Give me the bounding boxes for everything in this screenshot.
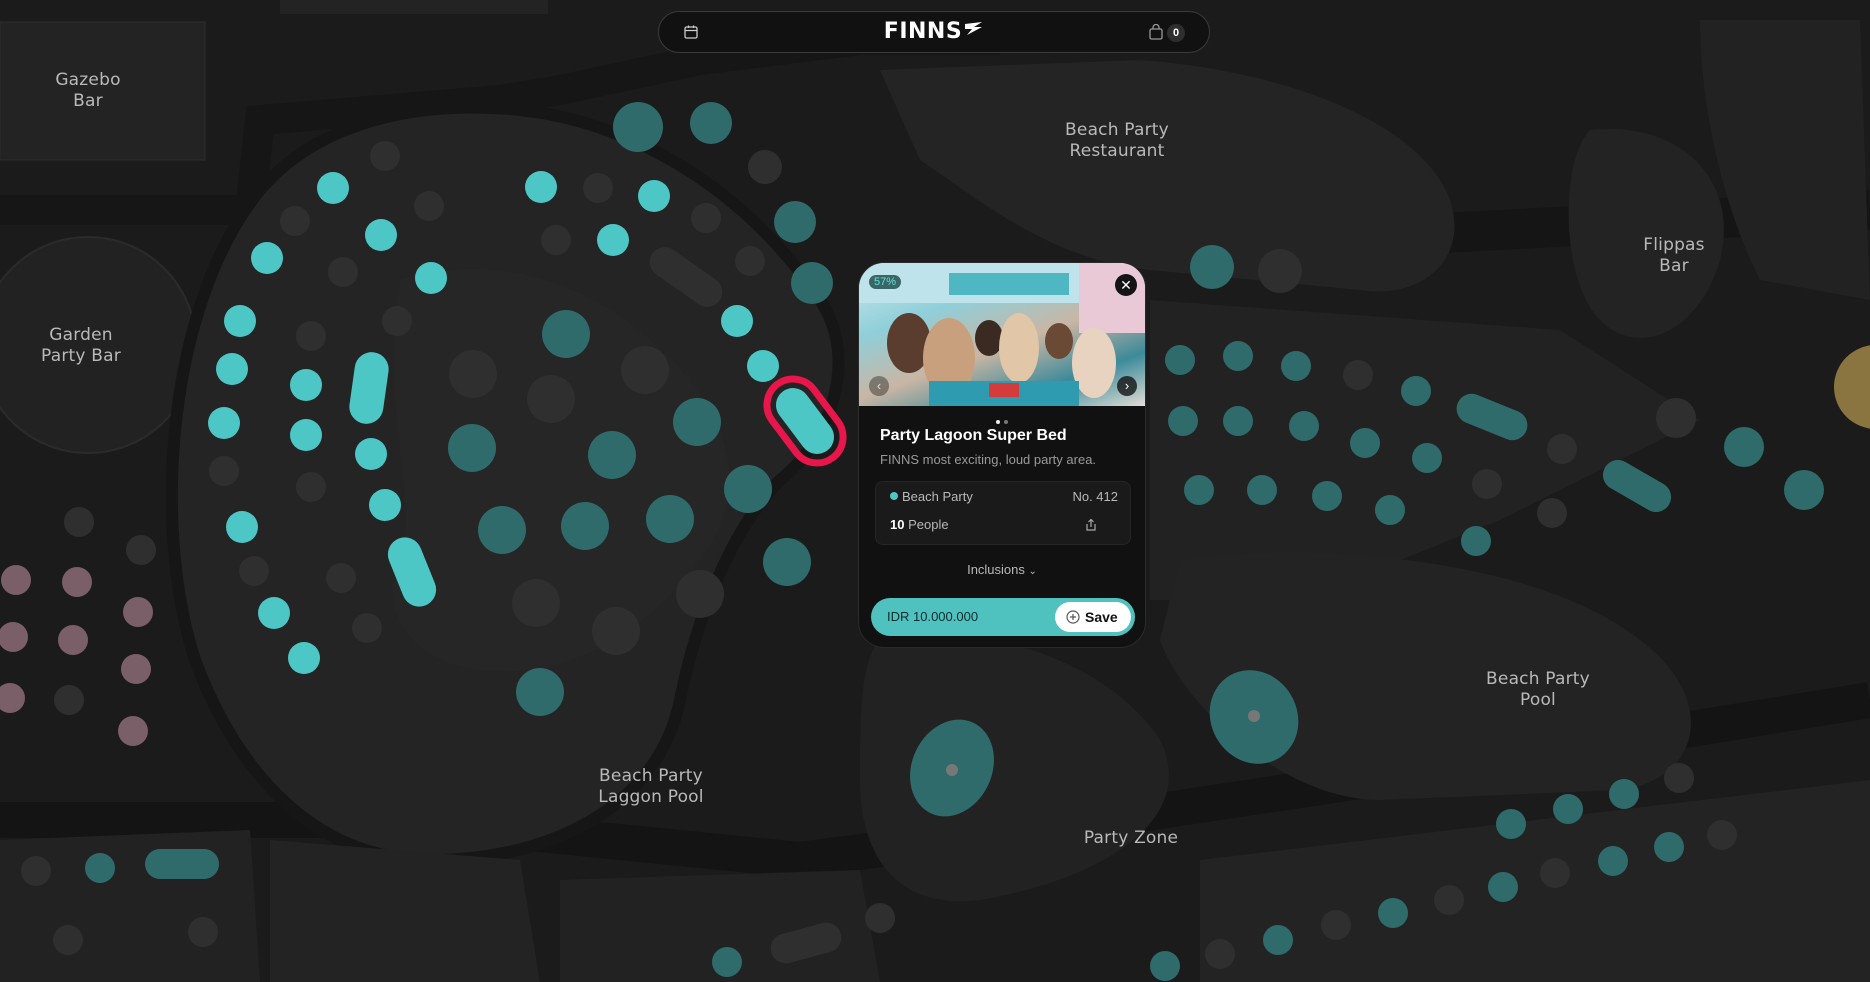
- logo-text: FINNS: [883, 19, 963, 44]
- area-label-line: Pool: [1520, 690, 1556, 710]
- chevron-left-icon: ‹: [876, 378, 882, 393]
- logo-mark-icon: [965, 22, 983, 35]
- discount-badge: 57%: [869, 275, 902, 289]
- bed-photo: 57% ✕ ‹ ›: [859, 263, 1145, 406]
- area-label-flippas-bar: Flippas Bar: [1624, 235, 1724, 277]
- bed-detail-popup: 57% ✕ ‹ › Party Lagoon Super Bed FINNS m…: [858, 262, 1146, 648]
- next-image-button[interactable]: ›: [1117, 376, 1137, 396]
- bed-title: Party Lagoon Super Bed: [880, 427, 1067, 444]
- area-label-beach-party-laggon-pool: Beach Party Laggon Pool: [581, 766, 721, 808]
- top-bar: FINNS 0: [658, 11, 1210, 53]
- capacity-count: 10: [890, 517, 905, 532]
- area-label-line: Gazebo: [55, 70, 121, 90]
- area-label-line: Bar: [73, 91, 103, 111]
- inclusions-label: Inclusions: [967, 562, 1025, 577]
- prev-image-button[interactable]: ‹: [869, 376, 889, 396]
- capacity-label: 10 People: [890, 517, 949, 532]
- bed-number: No. 412: [1072, 489, 1118, 504]
- area-label-line: Bar: [1659, 256, 1689, 276]
- area-label-party-zone: Party Zone: [1071, 828, 1191, 849]
- price-bar: IDR 10.000.000 Save: [871, 598, 1135, 636]
- chevron-right-icon: ›: [1124, 378, 1130, 393]
- category-dot-icon: [890, 492, 898, 500]
- area-label-line: Garden: [49, 325, 113, 345]
- bed-subtitle: FINNS most exciting, loud party area.: [880, 452, 1097, 467]
- save-button[interactable]: Save: [1055, 602, 1131, 632]
- inclusions-toggle[interactable]: Inclusions ⌄: [859, 562, 1145, 577]
- page-dot[interactable]: [1004, 420, 1008, 424]
- logo[interactable]: FINNS: [659, 19, 1209, 44]
- area-label-line: Beach Party: [599, 766, 703, 786]
- plus-circle-icon: [1066, 610, 1080, 624]
- area-label-gazebo-bar: Gazebo Bar: [38, 70, 138, 112]
- area-label-line: Beach Party: [1486, 669, 1590, 689]
- area-label-line: Party Bar: [41, 346, 121, 366]
- category-label: Beach Party: [890, 489, 973, 504]
- price-value: IDR 10.000.000: [887, 609, 979, 624]
- shopping-bag-icon[interactable]: [1149, 24, 1163, 40]
- save-label: Save: [1085, 609, 1118, 625]
- area-label-line: Flippas: [1643, 235, 1705, 255]
- category-text: Beach Party: [902, 489, 973, 504]
- area-label-beach-party-pool: Beach Party Pool: [1468, 669, 1608, 711]
- area-label-line: Laggon Pool: [598, 787, 704, 807]
- area-label-garden-party-bar: Garden Party Bar: [21, 325, 141, 367]
- area-label-line: Beach Party: [1065, 120, 1169, 140]
- close-icon: ✕: [1120, 277, 1132, 293]
- area-label-line: Party Zone: [1083, 828, 1179, 848]
- bed-info-box: Beach Party No. 412 10 People: [875, 481, 1131, 545]
- area-label-line: Restaurant: [1069, 141, 1165, 161]
- share-icon[interactable]: [1084, 518, 1098, 532]
- party-photo-image: [859, 263, 1145, 406]
- chevron-down-icon: ⌄: [1028, 566, 1037, 577]
- cart-count-badge[interactable]: 0: [1167, 24, 1185, 42]
- close-button[interactable]: ✕: [1115, 274, 1137, 296]
- page-dot[interactable]: [996, 420, 1000, 424]
- capacity-unit: People: [908, 517, 949, 532]
- area-label-beach-party-restaurant: Beach Party Restaurant: [1047, 120, 1187, 162]
